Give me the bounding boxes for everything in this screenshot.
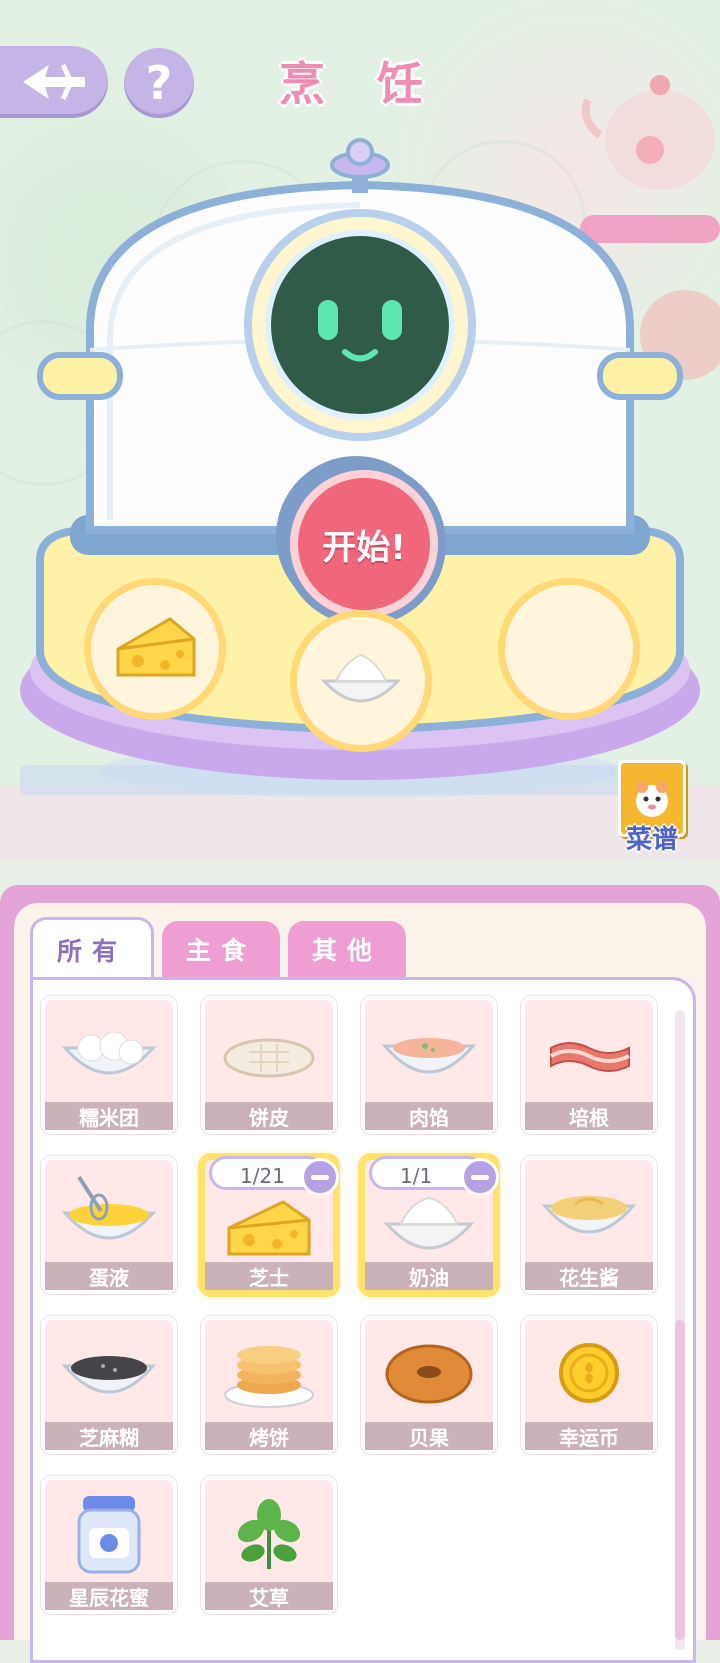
item-name: 饼皮 [205,1102,333,1130]
ingredient-slot-3[interactable] [498,578,640,720]
hamster-icon [636,780,668,817]
item-name: 培根 [525,1102,653,1130]
page-title: 烹 饪 [278,57,441,111]
ingredient-item[interactable]: 花生酱 [521,1156,657,1294]
ingredient-slot-1[interactable] [84,578,226,720]
ingredient-item[interactable]: 烤饼 [201,1316,337,1454]
recipe-label: 菜谱 [625,825,678,855]
scrollbar-thumb[interactable] [675,1320,685,1640]
ingredient-item[interactable]: 肉馅 [361,996,497,1134]
ingredient-grid: 糯米团 饼皮 肉馅 培根 蛋液 1/21 芝士 1/1 奶油 花生酱 芝麻糊 烤… [30,977,696,1663]
item-name: 肉馅 [365,1102,493,1130]
item-name: 蛋液 [45,1262,173,1290]
meat-filling-icon [381,1038,477,1074]
ingredient-panel-inner: 所有 主食 其他 糯米团 饼皮 肉馅 培根 蛋液 1/21 芝士 1/1 奶油 … [14,903,706,1663]
cooking-scene: 开始! ? 烹 饪 菜谱 [0,0,720,860]
ingredient-item[interactable]: 星辰花蜜 [41,1476,177,1614]
item-name: 烤饼 [205,1422,333,1450]
egg-liquid-icon [61,1175,157,1240]
bagel-icon [385,1344,473,1404]
remove-one-button[interactable] [301,1158,339,1196]
cream-icon [383,1196,475,1250]
ingredient-item-selected[interactable]: 1/21 芝士 [201,1156,339,1294]
ingredient-item[interactable]: 贝果 [361,1316,497,1454]
herb-icon [237,1499,301,1569]
ingredient-item[interactable]: 艾草 [201,1476,337,1614]
ingredient-item[interactable]: 培根 [521,996,657,1134]
item-name: 艾草 [205,1582,333,1610]
ingredient-item-selected[interactable]: 1/1 奶油 [361,1156,499,1294]
start-label: 开始! [322,527,406,568]
item-name: 奶油 [365,1262,493,1290]
sesame-paste-icon [61,1356,157,1394]
dough-icon [223,1038,315,1078]
item-name: 芝麻糊 [45,1422,173,1450]
cheese-icon [227,1200,311,1256]
ingredient-item[interactable]: 蛋液 [41,1156,177,1294]
tab-all[interactable]: 所有 [30,917,154,980]
ingredient-item[interactable]: 饼皮 [201,996,337,1134]
honey-jar-icon [77,1496,141,1574]
peanut-butter-icon [541,1196,637,1234]
ingredient-item[interactable]: 糯米团 [41,996,177,1134]
ingredient-slot-2[interactable] [290,610,432,752]
remove-one-button[interactable] [461,1158,499,1196]
lucky-coin-icon [559,1343,619,1403]
item-name: 星辰花蜜 [45,1582,173,1610]
tab-bar: 所有 主食 其他 [30,917,406,980]
tab-staple[interactable]: 主食 [162,921,280,977]
cream-icon [320,653,402,703]
ingredient-item[interactable]: 幸运币 [521,1316,657,1454]
bacon-icon [550,1042,630,1072]
start-cooking-button[interactable]: 开始! [290,470,438,618]
rice-ball-icon [61,1031,157,1075]
item-name: 幸运币 [525,1422,653,1450]
pancake-icon [224,1346,314,1408]
recipe-book-button[interactable]: 菜谱 [612,760,692,856]
ingredient-panel: 所有 主食 其他 糯米团 饼皮 肉馅 培根 蛋液 1/21 芝士 1/1 奶油 … [0,885,720,1663]
minus-icon [311,1174,329,1180]
minus-icon [471,1174,489,1180]
item-name: 贝果 [365,1422,493,1450]
item-name: 花生酱 [525,1262,653,1290]
cheese-icon [116,617,196,677]
item-name: 糯米团 [45,1102,173,1130]
ingredient-item[interactable]: 芝麻糊 [41,1316,177,1454]
item-name: 芝士 [205,1262,333,1290]
tab-other[interactable]: 其他 [288,921,406,977]
